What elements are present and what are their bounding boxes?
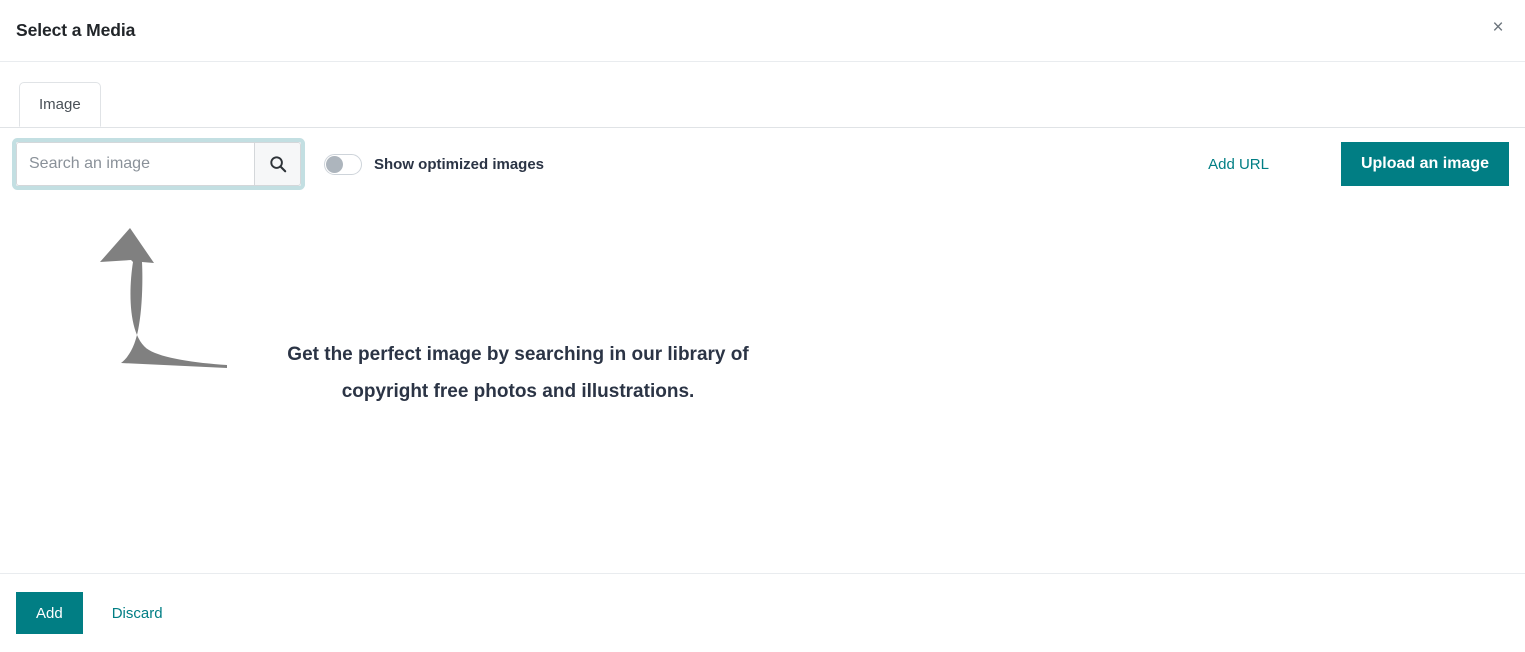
show-optimized-images-toggle[interactable]	[324, 153, 362, 175]
media-results-area: Get the perfect image by searching in ou…	[0, 200, 1525, 555]
page-title: Select a Media	[16, 20, 136, 40]
search-group	[16, 142, 301, 186]
close-icon[interactable]: ×	[1485, 14, 1511, 40]
empty-state-line-2: copyright free photos and illustrations.	[341, 381, 695, 402]
media-toolbar: Show optimized images Add URL Upload an …	[0, 128, 1525, 200]
tab-bar: Image	[0, 62, 1525, 128]
search-button[interactable]	[254, 142, 301, 186]
show-optimized-images-label[interactable]: Show optimized images	[374, 156, 544, 173]
dialog-footer: Add Discard	[0, 573, 1525, 652]
discard-button[interactable]: Discard	[106, 597, 169, 630]
dialog-header: Select a Media ×	[0, 0, 1525, 62]
optimized-images-toggle-group: Show optimized images	[324, 153, 544, 175]
toolbar-actions: Add URL Upload an image	[1202, 142, 1509, 186]
empty-state-message: Get the perfect image by searching in ou…	[240, 336, 796, 410]
add-url-button[interactable]: Add URL	[1202, 148, 1275, 181]
search-icon	[269, 155, 287, 173]
upload-an-image-button[interactable]: Upload an image	[1340, 142, 1509, 186]
curved-up-arrow-icon	[75, 214, 235, 379]
add-button[interactable]: Add	[16, 592, 83, 634]
empty-state-line-1: Get the perfect image by searching in ou…	[287, 344, 749, 365]
toggle-knob	[326, 155, 343, 173]
tab-image-label: Image	[39, 96, 81, 113]
tab-image[interactable]: Image	[19, 82, 101, 127]
search-input[interactable]	[16, 142, 254, 186]
search-field-wrapper	[16, 142, 301, 186]
